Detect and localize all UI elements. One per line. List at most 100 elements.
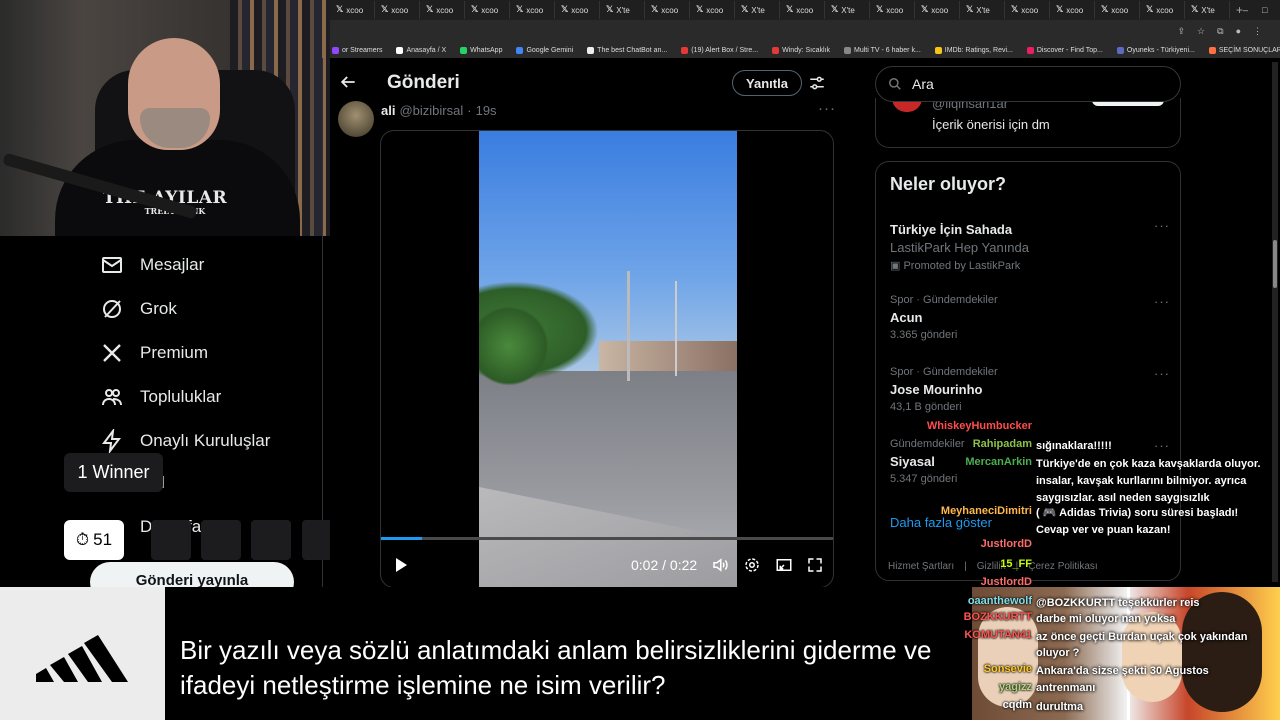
chat-text: ( 🎮 Adidas Trivia) soru süresi başladı! … — [1036, 507, 1239, 536]
bookmark-item[interactable]: WhatsApp — [460, 46, 502, 54]
browser-tab[interactable]: 𝕏xcoo — [1140, 1, 1185, 19]
back-arrow-icon[interactable] — [338, 72, 358, 92]
nav-item-grok[interactable]: Grok — [100, 297, 177, 321]
bookmark-item[interactable]: SEÇİM SONUÇLARI... — [1208, 46, 1280, 54]
bookmark-item[interactable]: (19) Alert Box / Stre... — [681, 46, 758, 54]
browser-tab[interactable]: 𝕏 X'te — [825, 1, 870, 19]
bookmark-label: Anasayfa / X — [406, 46, 447, 54]
chat-username[interactable]: 15_FF — [900, 558, 1036, 570]
post-time[interactable]: 19s — [476, 103, 497, 118]
author-handle[interactable]: @bizibirsal — [399, 103, 463, 118]
chat-username[interactable]: KOMUTAN41 — [900, 629, 1036, 646]
trend-item[interactable]: Spor · Gündemdekiler Acun 3.365 gönderi … — [890, 294, 1170, 341]
bookmark-item[interactable]: or Streamers — [332, 46, 382, 54]
browser-tab[interactable]: 𝕏xcoo — [420, 1, 465, 19]
chat-username[interactable]: oaanthewolf — [900, 595, 1036, 612]
browser-tab[interactable]: 𝕏xcoo — [780, 1, 825, 19]
x-logo-icon: 𝕏 — [786, 5, 794, 15]
bookmark-label: Discover - Find Top... — [1036, 46, 1103, 54]
browser-tab[interactable]: 𝕏xcoo — [690, 1, 735, 19]
trend-item[interactable]: Spor · Gündemdekiler Jose Mourinho 43,1 … — [890, 366, 1170, 413]
browser-tab[interactable]: 𝕏 X'te — [960, 1, 1005, 19]
nav-item-communities[interactable]: Topluluklar — [100, 385, 221, 409]
x-logo-icon: 𝕏 — [831, 5, 839, 15]
trend-more-icon[interactable]: ··· — [1154, 294, 1170, 309]
bookmark-item[interactable]: The best ChatBot an... — [587, 46, 667, 54]
browser-tab[interactable]: 𝕏 X'te — [600, 1, 645, 19]
bookmark-favicon-icon — [772, 46, 780, 54]
bookmark-item[interactable]: Multi TV - 6 haber k... — [844, 46, 921, 54]
trend-item[interactable]: Türkiye İçin Sahada LastikPark Hep Yanın… — [890, 218, 1170, 272]
play-icon[interactable] — [393, 557, 409, 573]
minimize-icon[interactable]: – — [1243, 5, 1248, 16]
video-player[interactable]: 0:02 / 0:22 — [380, 130, 834, 588]
bookmark-item[interactable]: Google Gemini — [516, 46, 573, 54]
author-name[interactable]: ali — [381, 103, 395, 118]
bookmark-item[interactable]: Windy: Sıcaklık — [772, 46, 830, 54]
browser-tab[interactable]: 𝕏xcoo — [645, 1, 690, 19]
browser-tab[interactable]: 𝕏 X'te — [735, 1, 780, 19]
bookmark-item[interactable]: Anasayfa / X — [396, 46, 447, 54]
picture-in-picture-icon[interactable] — [775, 556, 793, 574]
browser-tab[interactable]: 𝕏xcoo — [465, 1, 510, 19]
fullscreen-icon[interactable] — [806, 556, 824, 574]
video-progress-bar[interactable] — [381, 537, 833, 540]
search-input[interactable]: Ara — [875, 66, 1181, 102]
nav-label: Onaylı Kuruluşlar — [140, 431, 271, 450]
browser-tab[interactable]: 𝕏xcoo — [330, 1, 375, 19]
browser-tab[interactable]: 𝕏xcoo — [510, 1, 555, 19]
chat-username[interactable]: cqdm — [900, 699, 1036, 716]
chat-username[interactable] — [900, 645, 1036, 662]
adidas-stripes-icon — [36, 635, 128, 682]
trend-more-icon[interactable]: ··· — [1154, 218, 1170, 233]
nav-item-messages[interactable]: Mesajlar — [100, 253, 204, 277]
browser-tab[interactable]: 𝕏xcoo — [555, 1, 600, 19]
nav-item-verified-orgs[interactable]: Onaylı Kuruluşlar — [100, 429, 270, 453]
browser-tab-label: xcoo — [436, 5, 454, 15]
chat-username[interactable]: MercanArkin — [900, 456, 1036, 507]
chat-text: durultma — [1036, 701, 1084, 713]
x-logo-icon: 𝕏 — [1056, 5, 1064, 15]
author-avatar[interactable] — [338, 101, 374, 137]
trivia-slot — [251, 520, 291, 560]
browser-tab[interactable]: 𝕏xcoo — [1095, 1, 1140, 19]
browser-tab[interactable]: 𝕏xcoo — [870, 1, 915, 19]
bookmark-item[interactable]: Discover - Find Top... — [1026, 46, 1103, 54]
promoted-icon: ▣ — [890, 260, 904, 272]
menu-icon[interactable]: ⋮ — [1253, 26, 1262, 37]
reply-button[interactable]: Yanıtla — [732, 70, 802, 96]
browser-tab[interactable]: 𝕏xcoo — [1050, 1, 1095, 19]
bookmark-item[interactable]: Oyuneks - Türkiyeni... — [1116, 46, 1195, 54]
chat-username[interactable]: BOZKKURTT — [900, 611, 1036, 628]
volume-icon[interactable] — [711, 556, 729, 574]
chat-username[interactable]: JustlordD — [900, 576, 1036, 588]
more-options-icon[interactable]: ··· — [818, 100, 836, 117]
chat-username[interactable]: MeyhaneciDimitri — [900, 505, 1036, 539]
chat-username[interactable]: yagizz — [900, 681, 1036, 693]
bookmark-star-icon[interactable]: ☆ — [1197, 26, 1205, 37]
chat-username[interactable]: WhiskeyHumbucker — [900, 420, 1036, 432]
bookmark-item[interactable]: IMDb: Ratings, Revi... — [934, 46, 1013, 54]
x-logo-icon: 𝕏 — [561, 5, 569, 15]
settings-sliders-icon[interactable] — [808, 74, 826, 92]
new-tab-icon[interactable]: + — [1236, 3, 1243, 17]
trend-more-icon[interactable]: ··· — [1154, 366, 1170, 381]
browser-tab[interactable]: 𝕏xcoo — [1005, 1, 1050, 19]
browser-tab[interactable]: 𝕏xcoo — [915, 1, 960, 19]
browser-tab[interactable]: 𝕏 X'te — [1185, 1, 1230, 19]
profile-icon[interactable]: ● — [1236, 26, 1241, 36]
extensions-icon[interactable]: ⧉ — [1217, 26, 1223, 37]
x-logo-icon: 𝕏 — [876, 5, 884, 15]
nav-item-premium[interactable]: Premium — [100, 341, 208, 365]
bookmark-favicon-icon — [396, 46, 404, 54]
trend-subtitle: LastikPark Hep Yanında — [890, 240, 1029, 255]
browser-tab-label: xcoo — [661, 5, 679, 15]
lightning-icon — [102, 429, 121, 453]
settings-gear-icon[interactable] — [743, 556, 761, 574]
share-icon[interactable]: ⇪ — [1178, 26, 1186, 37]
browser-tab[interactable]: 𝕏xcoo — [375, 1, 420, 19]
chat-username[interactable]: Rahipadam — [900, 438, 1036, 455]
chat-username[interactable]: JustlordD — [900, 538, 1036, 550]
maximize-icon[interactable]: □ — [1262, 5, 1267, 16]
scrollbar-thumb[interactable] — [1273, 240, 1277, 288]
